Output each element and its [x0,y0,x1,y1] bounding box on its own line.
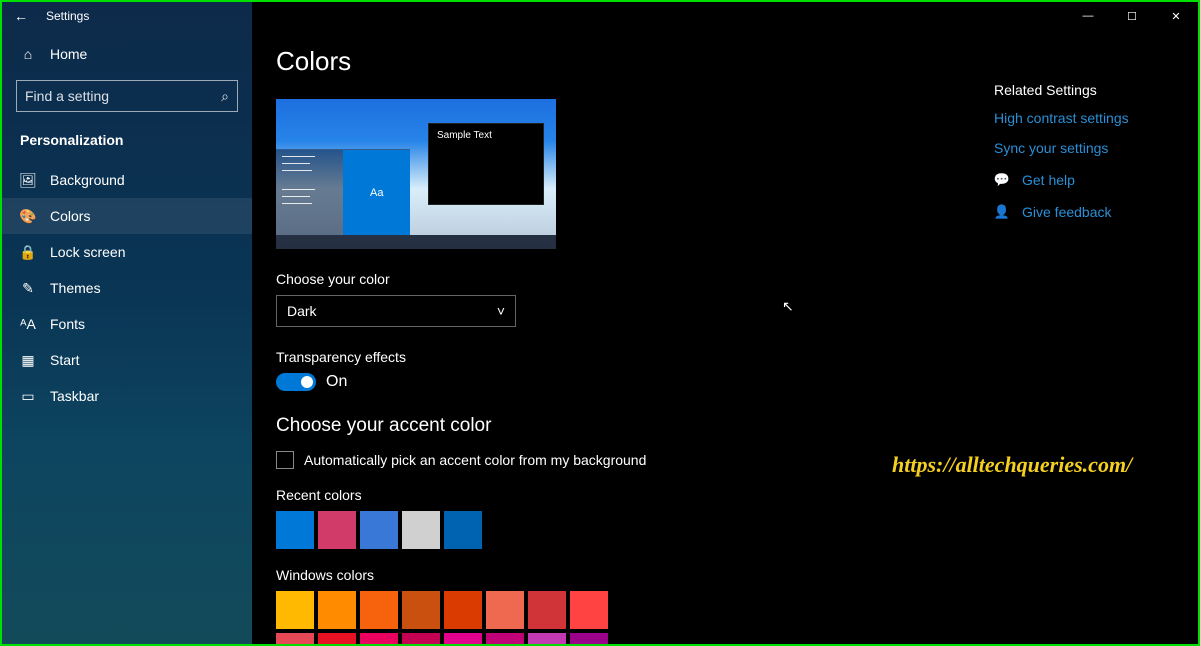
help-icon: 💬 [994,172,1010,188]
color-swatch[interactable] [360,633,398,644]
sidebar-item-start[interactable]: ▦ Start [2,342,252,378]
transparency-toggle[interactable] [276,373,316,391]
themes-icon: ✎ [20,280,36,296]
color-swatch[interactable] [570,591,608,629]
sidebar-item-themes[interactable]: ✎ Themes [2,270,252,306]
related-heading: Related Settings [994,82,1174,98]
color-swatch[interactable] [360,591,398,629]
sidebar-item-label: Background [50,172,125,188]
search-placeholder: Find a setting [25,88,109,104]
color-swatch[interactable] [486,633,524,644]
preview-tile: Aa [343,150,410,235]
search-icon: ⌕ [221,88,229,105]
sync-settings-link[interactable]: Sync your settings [994,140,1174,156]
start-icon: ▦ [20,352,36,368]
color-mode-dropdown[interactable]: Dark ˅ [276,295,516,327]
color-swatch[interactable] [318,633,356,644]
close-button[interactable]: ✕ [1154,2,1198,30]
sidebar-item-label: Fonts [50,316,85,332]
color-swatch[interactable] [402,633,440,644]
transparency-label: Transparency effects [276,349,1198,365]
color-swatch[interactable] [444,511,482,549]
colors-icon: 🎨 [20,208,36,224]
home-label: Home [50,46,87,62]
color-swatch[interactable] [402,511,440,549]
theme-preview: Aa Sample Text [276,99,556,249]
page-title: Colors [276,46,1198,77]
sidebar-item-fonts[interactable]: ᴬA Fonts [2,306,252,342]
sidebar-item-taskbar[interactable]: ▭ Taskbar [2,378,252,414]
color-mode-value: Dark [287,303,317,319]
fonts-icon: ᴬA [20,316,36,332]
back-button[interactable]: ← [14,8,28,24]
sidebar-item-label: Colors [50,208,90,224]
color-swatch[interactable] [570,633,608,644]
sidebar-item-lock-screen[interactable]: 🔒 Lock screen [2,234,252,270]
sidebar-item-label: Start [50,352,80,368]
color-swatch[interactable] [276,511,314,549]
sidebar-item-label: Themes [50,280,101,296]
accent-heading: Choose your accent color [276,415,1198,437]
lock screen-icon: 🔒 [20,244,36,260]
window-title: Settings [46,9,89,23]
sidebar-item-label: Lock screen [50,244,125,260]
related-settings-pane: Related Settings High contrast settings … [994,82,1174,220]
color-swatch[interactable] [528,591,566,629]
color-swatch[interactable] [528,633,566,644]
get-help-link[interactable]: 💬 Get help [994,172,1174,188]
feedback-icon: 👤 [994,204,1010,220]
cursor-icon: ↖ [782,298,794,315]
color-swatch[interactable] [444,591,482,629]
color-swatch[interactable] [276,633,314,644]
sidebar: ⌂ Home Find a setting ⌕ Personalization … [2,2,252,644]
maximize-button[interactable]: ☐ [1110,2,1154,30]
taskbar-icon: ▭ [20,388,36,404]
color-swatch[interactable] [444,633,482,644]
color-swatch[interactable] [402,591,440,629]
search-input[interactable]: Find a setting ⌕ [16,80,238,112]
color-swatch[interactable] [276,591,314,629]
sidebar-item-colors[interactable]: 🎨 Colors [2,198,252,234]
high-contrast-link[interactable]: High contrast settings [994,110,1174,126]
minimize-button[interactable]: — [1066,2,1110,30]
auto-accent-checkbox[interactable] [276,451,294,469]
background-icon: 🖼 [20,172,36,188]
choose-color-label: Choose your color [276,271,1198,287]
titlebar: ← Settings — ☐ ✕ [2,2,1198,30]
section-label: Personalization [2,124,252,162]
windows-colors-label: Windows colors [276,567,1198,583]
auto-accent-label: Automatically pick an accent color from … [304,452,646,468]
content: Colors Aa Sample Text Choose your color … [252,2,1198,644]
sidebar-item-background[interactable]: 🖼 Background [2,162,252,198]
color-swatch[interactable] [318,591,356,629]
chevron-down-icon: ˅ [497,303,505,319]
recent-colors-label: Recent colors [276,487,1198,503]
home-icon: ⌂ [20,46,36,62]
home-button[interactable]: ⌂ Home [2,36,252,72]
preview-window: Sample Text [428,123,544,205]
sidebar-item-label: Taskbar [50,388,99,404]
color-swatch[interactable] [360,511,398,549]
color-swatch[interactable] [318,511,356,549]
color-swatch[interactable] [486,591,524,629]
give-feedback-link[interactable]: 👤 Give feedback [994,204,1174,220]
transparency-state: On [326,373,347,391]
